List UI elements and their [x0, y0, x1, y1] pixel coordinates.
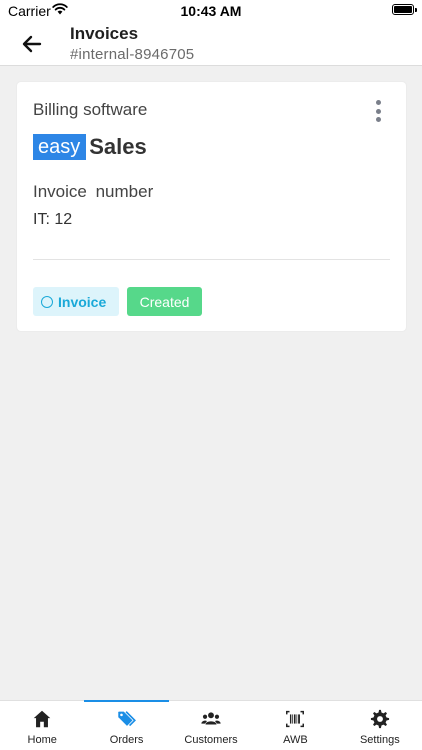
- tab-orders[interactable]: Orders: [84, 700, 169, 750]
- invoice-number-value: IT: 12: [33, 211, 73, 228]
- tab-label: Orders: [109, 734, 144, 746]
- invoice-type-label: Invoice: [58, 293, 107, 310]
- more-dot: [375, 108, 381, 114]
- back-arrow-icon[interactable]: [20, 32, 44, 56]
- order-id: #internal-8946705: [70, 46, 195, 63]
- battery-icon: [392, 4, 417, 15]
- app-header: Invoices #internal-8946705: [0, 22, 422, 66]
- tab-settings[interactable]: Settings: [338, 701, 422, 750]
- tab-customers[interactable]: Customers: [169, 701, 253, 750]
- home-icon: [33, 710, 51, 728]
- logo-sales: Sales: [89, 134, 147, 159]
- more-options-icon[interactable]: [372, 100, 384, 122]
- tab-label: AWB: [283, 734, 308, 746]
- logo-easy: easy: [33, 134, 87, 160]
- tab-label: Settings: [359, 734, 400, 746]
- easysales-logo: easy Sales: [33, 133, 147, 161]
- more-dot: [375, 100, 381, 105]
- more-dot: [375, 117, 381, 122]
- clock: 10:43 AM: [180, 3, 242, 19]
- divider: [33, 259, 390, 260]
- invoice-type-badge[interactable]: Invoice: [33, 287, 119, 316]
- circle-icon: [41, 295, 53, 308]
- status-bar: Carrier 10:43 AM: [0, 0, 422, 22]
- active-tab-indicator: [84, 700, 169, 702]
- status-badge: Created: [127, 287, 202, 316]
- users-icon: [201, 712, 221, 725]
- tag-icon: [117, 711, 136, 727]
- page-title: Invoices: [70, 24, 139, 43]
- tab-label: Customers: [184, 734, 238, 746]
- tab-label: Home: [27, 734, 57, 746]
- invoice-card: Billing software easy Sales Invoice numb…: [17, 82, 406, 331]
- tab-awb[interactable]: AWB: [253, 701, 337, 750]
- gear-icon: [370, 709, 389, 729]
- invoice-number-label: Invoice number: [33, 182, 154, 201]
- billing-software-label: Billing software: [33, 100, 148, 119]
- tab-home[interactable]: Home: [0, 701, 84, 750]
- bottom-tab-bar: Home Orders Customers AWB Settings: [0, 700, 422, 750]
- barcode-icon: [286, 710, 305, 728]
